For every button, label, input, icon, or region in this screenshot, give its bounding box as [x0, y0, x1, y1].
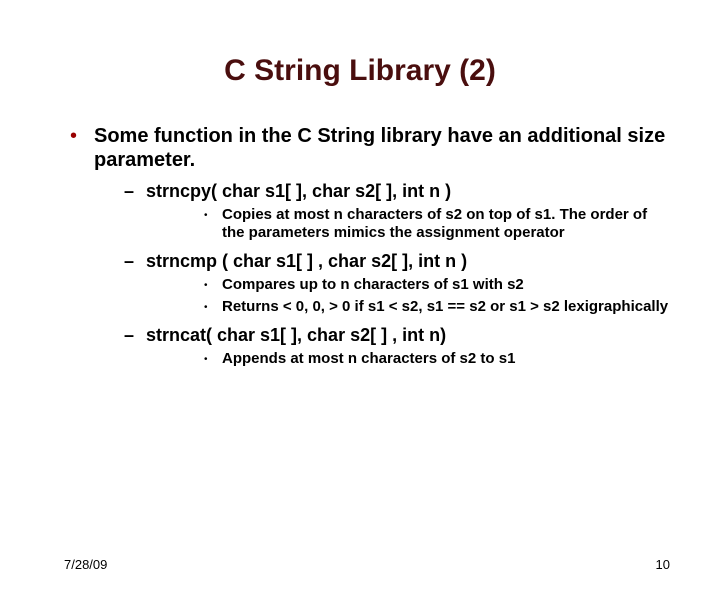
footer-page-number: 10: [656, 557, 670, 572]
sub-item: – strncpy( char s1[ ], char s2[ ], int n…: [94, 180, 670, 242]
dot-icon: •: [204, 277, 208, 295]
dash-icon: –: [124, 250, 134, 272]
function-signature: strncpy( char s1[ ], char s2[ ], int n ): [146, 180, 670, 202]
detail-item: • Copies at most n characters of s2 on t…: [146, 206, 670, 242]
bullet-icon: •: [70, 124, 77, 148]
dash-icon: –: [124, 324, 134, 346]
detail-item: • Compares up to n characters of s1 with…: [146, 276, 670, 294]
detail-text: Appends at most n characters of s2 to s1: [222, 350, 670, 368]
dash-icon: –: [124, 180, 134, 202]
dot-icon: •: [204, 351, 208, 369]
slide-footer: 7/28/09 10: [64, 557, 670, 572]
sub-item: – strncat( char s1[ ], char s2[ ] , int …: [94, 324, 670, 368]
bullet-text: Some function in the C String library ha…: [94, 124, 670, 172]
detail-text: Copies at most n characters of s2 on top…: [222, 206, 670, 242]
detail-text: Compares up to n characters of s1 with s…: [222, 276, 670, 294]
detail-item: • Returns < 0, 0, > 0 if s1 < s2, s1 == …: [146, 298, 670, 316]
footer-date: 7/28/09: [64, 557, 107, 572]
bullet-item: • Some function in the C String library …: [64, 124, 670, 368]
function-signature: strncmp ( char s1[ ] , char s2[ ], int n…: [146, 250, 670, 272]
slide-content: • Some function in the C String library …: [0, 124, 720, 368]
dot-icon: •: [204, 299, 208, 317]
sub-item: – strncmp ( char s1[ ] , char s2[ ], int…: [94, 250, 670, 316]
dot-icon: •: [204, 207, 208, 225]
detail-text: Returns < 0, 0, > 0 if s1 < s2, s1 == s2…: [222, 298, 670, 316]
detail-item: • Appends at most n characters of s2 to …: [146, 350, 670, 368]
function-signature: strncat( char s1[ ], char s2[ ] , int n): [146, 324, 670, 346]
slide: C String Library (2) • Some function in …: [0, 54, 720, 594]
slide-title: C String Library (2): [0, 54, 720, 88]
